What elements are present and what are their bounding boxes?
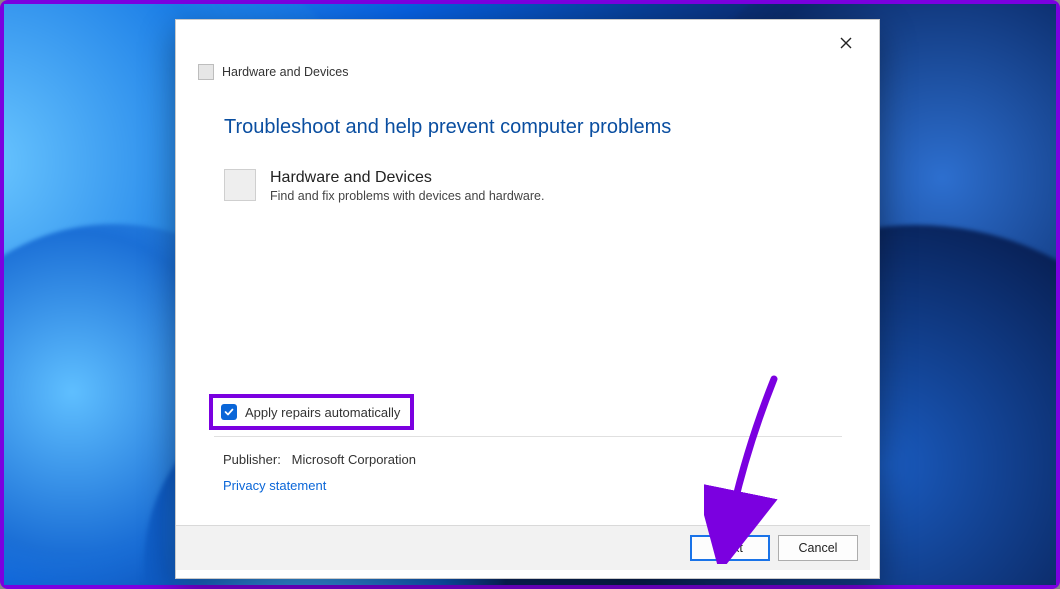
publisher-value: Microsoft Corporation [292,452,416,467]
troubleshooter-item: Hardware and Devices Find and fix proble… [224,169,831,203]
apply-repairs-checkbox[interactable] [221,404,237,420]
titlebar [176,20,879,64]
privacy-link[interactable]: Privacy statement [223,478,326,493]
item-description: Find and fix problems with devices and h… [270,189,544,203]
next-button[interactable]: Next [690,535,770,561]
cancel-button[interactable]: Cancel [778,535,858,561]
close-button[interactable] [825,28,867,58]
apply-repairs-row[interactable]: Apply repairs automatically [209,394,414,430]
separator [214,436,842,437]
publisher-label: Publisher: [223,452,288,467]
dialog-title: Hardware and Devices [222,65,348,79]
close-icon [840,37,852,49]
dialog-footer: Next Cancel [176,525,870,570]
dialog-header: Hardware and Devices [176,64,879,86]
publisher-row: Publisher: Microsoft Corporation [223,452,416,467]
device-icon [224,169,256,201]
page-heading: Troubleshoot and help prevent computer p… [224,116,831,139]
troubleshooter-dialog: Hardware and Devices Troubleshoot and he… [175,19,880,579]
apply-repairs-label[interactable]: Apply repairs automatically [245,405,400,420]
item-title: Hardware and Devices [270,169,544,187]
hardware-icon [198,64,214,80]
check-icon [224,407,234,417]
dialog-content: Troubleshoot and help prevent computer p… [176,86,879,578]
